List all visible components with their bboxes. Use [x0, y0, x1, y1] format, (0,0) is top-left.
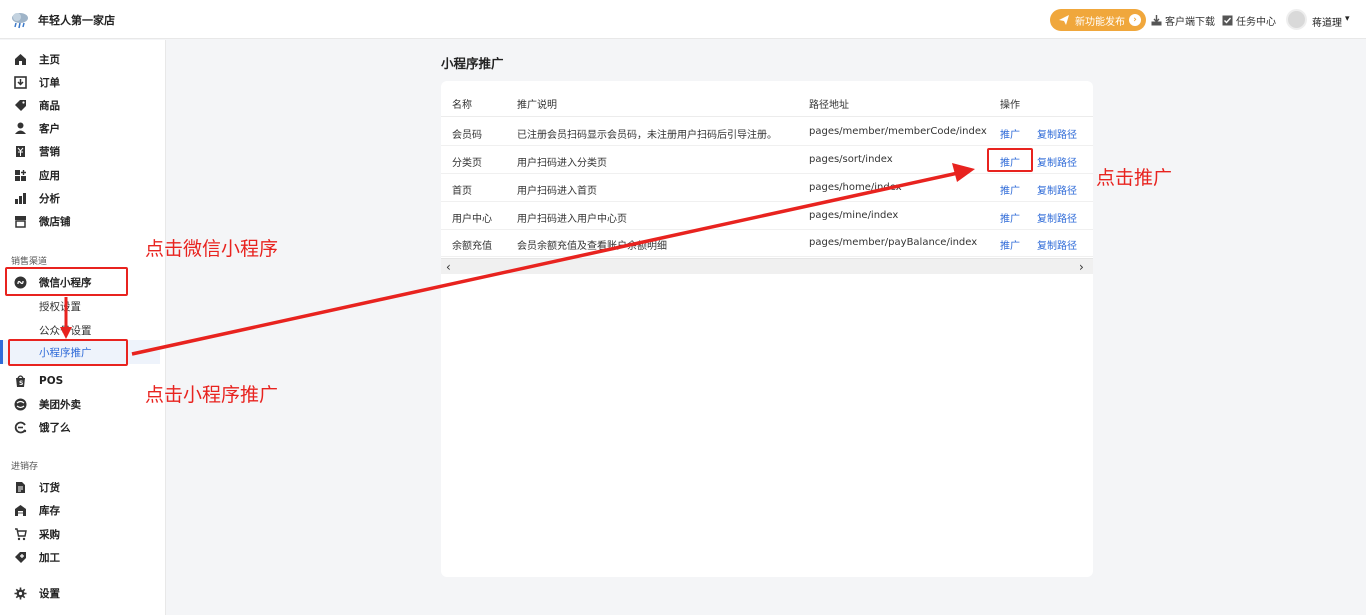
- section-label-sales: 销售渠道: [11, 257, 48, 267]
- download-client-link[interactable]: 客户端下载: [1151, 13, 1215, 28]
- chevron-left-icon[interactable]: ‹: [446, 260, 451, 274]
- sidebar-item-pos[interactable]: S POS: [14, 372, 63, 390]
- cell-desc: 会员余额充值及查看账户余额明细: [517, 241, 667, 252]
- cell-desc: 用户扫码进入用户中心页: [517, 214, 627, 225]
- highlight-box-promote-link: [987, 148, 1033, 172]
- cloud-logo-icon: [12, 13, 28, 29]
- sidebar-item-inventory[interactable]: 库存: [14, 501, 60, 519]
- cell-name: 余额充值: [452, 241, 492, 252]
- table-header: 名称 推广说明 路径地址 操作: [441, 87, 1093, 117]
- cell-desc: 用户扫码进入分类页: [517, 158, 607, 169]
- home-icon: [15, 53, 26, 65]
- table-row: 余额充值 会员余额充值及查看账户余额明细 pages/member/payBal…: [441, 229, 1093, 257]
- highlight-box-promo: [8, 339, 128, 366]
- copy-path-link[interactable]: 复制路径: [1037, 126, 1077, 141]
- sidebar-sub-auth-settings[interactable]: 授权设置: [39, 299, 81, 314]
- table-row: 首页 用户扫码进入首页 pages/home/index 推广 复制路径: [441, 174, 1093, 202]
- sidebar-item-products[interactable]: 商品: [14, 96, 60, 114]
- column-header-name: 名称: [452, 100, 472, 111]
- document-icon: [16, 481, 25, 493]
- sidebar-item-apps[interactable]: 应用: [14, 166, 60, 184]
- sidebar-item-meituan[interactable]: 美团外卖: [14, 395, 81, 413]
- marketing-icon: [16, 145, 25, 157]
- column-header-desc: 推广说明: [517, 100, 557, 111]
- horizontal-scrollbar[interactable]: ‹ ›: [441, 258, 1093, 274]
- active-item-indicator: [0, 340, 3, 364]
- cell-name: 用户中心: [452, 214, 492, 225]
- cell-desc: 用户扫码进入首页: [517, 186, 597, 197]
- chart-icon: [15, 192, 26, 204]
- task-center-link[interactable]: 任务中心: [1222, 13, 1276, 28]
- table-row: 用户中心 用户扫码进入用户中心页 pages/mine/index 推广 复制路…: [441, 202, 1093, 230]
- sidebar: 主页 订单 商品 客户 营销 应用 分析 微店铺 销售渠道 微信小程序 授权设置…: [0, 40, 166, 615]
- warehouse-icon: [15, 504, 26, 516]
- apps-icon: [15, 169, 26, 181]
- copy-path-link[interactable]: 复制路径: [1037, 210, 1077, 225]
- avatar[interactable]: [1286, 9, 1307, 30]
- copy-path-link[interactable]: 复制路径: [1037, 237, 1077, 252]
- cart-icon: [15, 527, 27, 540]
- meituan-icon: [14, 398, 27, 410]
- svg-text:S: S: [19, 380, 23, 387]
- cell-path: pages/member/memberCode/index: [809, 126, 987, 137]
- sidebar-item-customers[interactable]: 客户: [14, 119, 60, 137]
- download-icon: [1151, 15, 1162, 26]
- process-icon: [15, 551, 26, 563]
- tag-icon: [15, 99, 26, 111]
- chevron-right-icon[interactable]: ›: [1079, 260, 1084, 274]
- sidebar-item-eleme[interactable]: 饿了么: [14, 418, 71, 436]
- promote-link[interactable]: 推广: [1000, 237, 1020, 252]
- username[interactable]: 蒋道理: [1312, 14, 1342, 29]
- annotation-click-miniprogram: 点击微信小程序: [145, 238, 279, 260]
- sidebar-item-marketing[interactable]: 营销: [14, 142, 60, 160]
- promote-link[interactable]: 推广: [1000, 126, 1020, 141]
- release-label: 新功能发布: [1075, 16, 1125, 28]
- sidebar-item-home[interactable]: 主页: [14, 50, 60, 68]
- sidebar-sub-official-account[interactable]: 公众号设置: [39, 323, 92, 338]
- highlight-box-miniprogram: [5, 267, 128, 296]
- cell-path: pages/member/payBalance/index: [809, 237, 978, 248]
- paper-plane-icon: [1059, 15, 1069, 25]
- new-release-button[interactable]: 新功能发布 ›: [1050, 9, 1146, 31]
- table-row: 会员码 已注册会员扫码显示会员码，未注册用户扫码后引导注册。 pages/mem…: [441, 118, 1093, 146]
- store-icon: [15, 215, 26, 228]
- column-header-actions: 操作: [1000, 100, 1020, 111]
- sidebar-item-processing[interactable]: 加工: [14, 548, 60, 566]
- cell-path: pages/sort/index: [809, 154, 893, 165]
- chevron-right-icon: ›: [1129, 14, 1141, 26]
- caret-down-icon[interactable]: ▾: [1345, 14, 1350, 24]
- sidebar-item-ordering[interactable]: 订货: [14, 478, 60, 496]
- gear-icon: [14, 587, 27, 599]
- order-icon: [14, 75, 27, 89]
- section-label-inventory: 进销存: [11, 462, 39, 472]
- promote-link[interactable]: 推广: [1000, 182, 1020, 197]
- column-header-path: 路径地址: [809, 100, 849, 111]
- cell-path: pages/home/index: [809, 182, 902, 193]
- cell-name: 会员码: [452, 130, 482, 141]
- eleme-icon: [14, 421, 27, 433]
- cell-name: 分类页: [452, 158, 482, 169]
- sidebar-item-orders[interactable]: 订单: [14, 73, 60, 91]
- cell-desc: 已注册会员扫码显示会员码，未注册用户扫码后引导注册。: [517, 130, 777, 141]
- user-icon: [15, 122, 26, 134]
- copy-path-link[interactable]: 复制路径: [1037, 182, 1077, 197]
- copy-path-link[interactable]: 复制路径: [1037, 154, 1077, 169]
- annotation-click-promo: 点击小程序推广: [145, 384, 279, 406]
- sidebar-item-settings[interactable]: 设置: [14, 584, 60, 602]
- store-name: 年轻人第一家店: [38, 14, 115, 27]
- checkbox-icon: [1222, 15, 1233, 26]
- sidebar-item-analysis[interactable]: 分析: [14, 189, 60, 207]
- annotation-click-promote: 点击推广: [1096, 167, 1173, 189]
- top-bar: 年轻人第一家店 新功能发布 › 客户端下载 任务中心 蒋道理 ▾: [0, 0, 1366, 39]
- cell-name: 首页: [452, 186, 472, 197]
- cell-path: pages/mine/index: [809, 210, 899, 221]
- page-title: 小程序推广: [441, 56, 504, 71]
- sidebar-item-store[interactable]: 微店铺: [14, 212, 71, 230]
- pos-icon: S: [16, 374, 25, 387]
- sidebar-item-purchase[interactable]: 采购: [14, 525, 60, 543]
- promote-link[interactable]: 推广: [1000, 210, 1020, 225]
